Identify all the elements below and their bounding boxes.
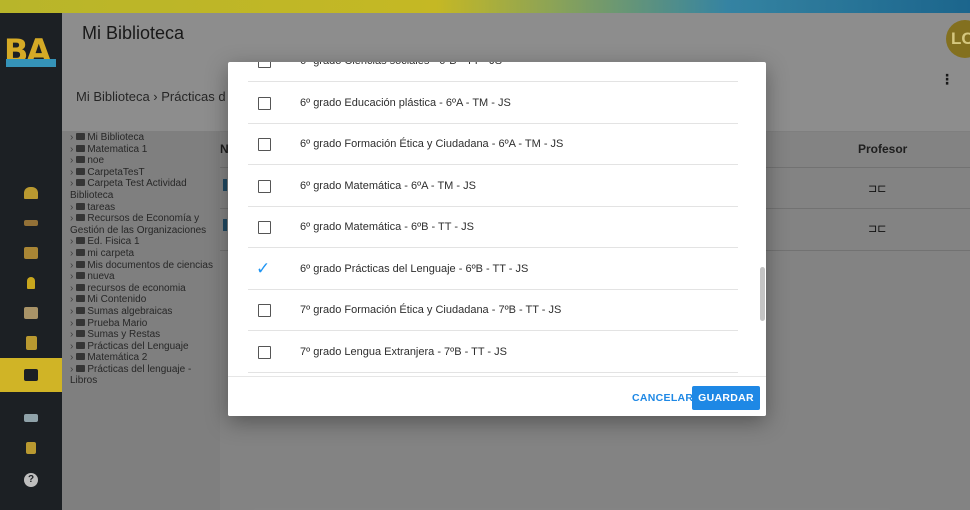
- checkbox[interactable]: [258, 345, 271, 359]
- course-option-label: 6º grado Matemática - 6ºA - TM - JS: [300, 179, 476, 192]
- checkbox[interactable]: [258, 96, 271, 110]
- course-option[interactable]: 6º grado Matemática - 6ºB - TT - JS: [248, 207, 738, 248]
- course-select-dialog: 6º grado Ciencias sociales - 6ºB - TT - …: [228, 62, 766, 416]
- course-option-label: 6º grado Matemática - 6ºB - TT - JS: [300, 221, 474, 233]
- course-option[interactable]: 6º grado Ciencias sociales - 6ºB - TT - …: [248, 62, 738, 82]
- checkbox[interactable]: [258, 179, 271, 193]
- course-option[interactable]: 6º grado Matemática - 6ºA - TM - JS: [248, 166, 738, 207]
- course-option-label: 7º grado Formación Ética y Ciudadana - 7…: [300, 304, 562, 316]
- course-option[interactable]: 6º grado Formación Ética y Ciudadana - 6…: [248, 124, 738, 165]
- course-option-label: 6º grado Educación plástica - 6ºA - TM -…: [300, 96, 511, 109]
- course-option[interactable]: ✓ 6º grado Prácticas del Lenguaje - 6ºB -…: [248, 249, 738, 290]
- course-option-label: 6º grado Prácticas del Lenguaje - 6ºB - …: [300, 262, 529, 275]
- course-option-label: 7º grado Lengua Extranjera - 7ºB - TT - …: [300, 345, 507, 358]
- course-option[interactable]: 6º grado Educación plástica - 6ºA - TM -…: [248, 83, 738, 124]
- check-icon[interactable]: ✓: [256, 259, 270, 279]
- scrollbar-thumb[interactable]: [760, 267, 765, 321]
- checkbox[interactable]: [258, 138, 271, 151]
- dialog-footer: CANCELAR GUARDAR: [228, 376, 766, 416]
- course-option-label: 6º grado Ciencias sociales - 6ºB - TT - …: [300, 62, 502, 67]
- course-option-label: 6º grado Formación Ética y Ciudadana - 6…: [300, 138, 564, 150]
- checkbox[interactable]: [258, 62, 271, 68]
- course-option[interactable]: 7º grado Lengua Extranjera - 7ºB - TT - …: [248, 332, 738, 373]
- checkbox[interactable]: [258, 304, 271, 317]
- save-button[interactable]: GUARDAR: [692, 386, 760, 410]
- cancel-button[interactable]: CANCELAR: [626, 387, 699, 409]
- course-list[interactable]: 6º grado Ciencias sociales - 6ºB - TT - …: [228, 62, 766, 376]
- course-option[interactable]: 7º grado Formación Ética y Ciudadana - 7…: [248, 290, 738, 331]
- checkbox[interactable]: [258, 221, 271, 234]
